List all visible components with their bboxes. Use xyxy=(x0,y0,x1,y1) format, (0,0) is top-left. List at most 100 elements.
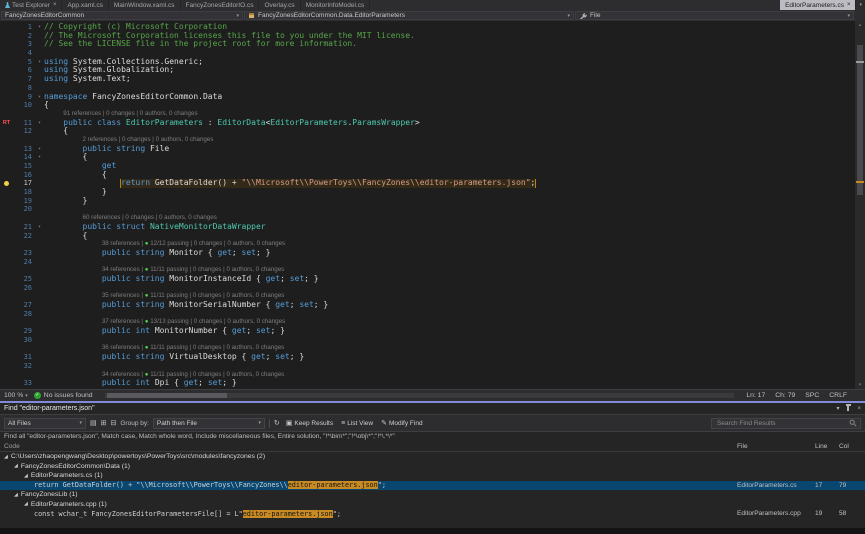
type-dropdown[interactable]: FancyZonesEditorCommon.Data.EditorParame… xyxy=(244,11,574,20)
column-file[interactable]: File xyxy=(737,443,815,450)
column-code[interactable]: Code xyxy=(0,443,737,450)
tree-expander-icon[interactable]: ◢ xyxy=(24,473,28,479)
find-result-group-row[interactable]: ◢EditorParameters.cpp (1) xyxy=(0,500,865,510)
collapse-all-icon[interactable]: ⊟ xyxy=(111,420,117,427)
column-line[interactable]: Line xyxy=(815,443,839,450)
code-text[interactable]: public int MonitorNumber { get; set; } xyxy=(102,327,285,336)
column-col[interactable]: Col xyxy=(839,443,865,450)
document-tab[interactable]: FancyZonesEditorIO.cs xyxy=(181,0,260,10)
document-tab[interactable]: MainWindow.xaml.cs xyxy=(109,0,181,10)
code-text[interactable]: get xyxy=(102,162,116,171)
scrollbar-thumb[interactable] xyxy=(857,45,863,195)
find-result-match-row[interactable]: const wchar_t FancyZonesEditorParameters… xyxy=(0,509,865,519)
code-text[interactable]: using System.Globalization; xyxy=(44,66,174,75)
search-input[interactable] xyxy=(715,419,847,428)
document-tab[interactable]: MonitorInfoModel.cs xyxy=(301,0,371,10)
document-health-indicator[interactable]: ✓ No issues found xyxy=(34,392,93,399)
horizontal-scrollbar[interactable] xyxy=(105,393,735,398)
pin-icon[interactable] xyxy=(847,406,849,411)
modify-find-button[interactable]: ✎ Modify Find xyxy=(379,420,424,427)
group-by-dropdown[interactable]: Path then File ▾ xyxy=(153,418,265,429)
scroll-up-icon[interactable]: ▴ xyxy=(855,21,865,29)
close-icon[interactable]: × xyxy=(857,406,861,412)
fold-chevron-icon[interactable]: ▾ xyxy=(35,119,44,128)
code-row: 6using System.Globalization; xyxy=(0,66,855,75)
code-text[interactable]: public string File xyxy=(83,145,170,154)
code-editor[interactable]: 1▾// Copyright (c) Microsoft Corporation… xyxy=(0,21,865,389)
document-tab[interactable]: EditorParameters.cs× xyxy=(780,0,856,10)
vertical-scrollbar[interactable]: ▴ ▾ xyxy=(855,21,865,389)
codelens-text[interactable]: 36 references | ● 11/11 passing | 0 chan… xyxy=(102,344,284,353)
code-text[interactable]: { xyxy=(44,101,49,110)
line-number: 22 xyxy=(13,232,35,241)
search-results-box[interactable] xyxy=(711,418,861,429)
code-text[interactable]: { xyxy=(83,153,88,162)
document-tab[interactable]: Overlay.cs xyxy=(259,0,300,10)
fold-chevron-icon[interactable]: ▾ xyxy=(35,223,44,232)
close-icon[interactable]: × xyxy=(847,2,851,8)
code-text[interactable]: public string MonitorInstanceId { get; s… xyxy=(102,275,319,284)
refresh-icon[interactable]: ↻ xyxy=(274,420,280,427)
tree-expander-icon[interactable]: ◢ xyxy=(14,463,18,469)
fold-chevron-icon[interactable]: ▾ xyxy=(35,58,44,67)
close-icon[interactable]: × xyxy=(53,2,57,8)
fold-chevron-icon[interactable]: ▾ xyxy=(35,153,44,162)
code-text[interactable]: { xyxy=(63,127,68,136)
project-dropdown[interactable]: FancyZonesEditorCommon ▾ xyxy=(1,11,243,20)
find-result-group-row[interactable]: ◢C:\Users\zhaopengwang\Desktop\powertoys… xyxy=(0,452,865,462)
code-text[interactable]: // Copyright (c) Microsoft Corporation xyxy=(44,23,227,32)
find-result-group-row[interactable]: ◢EditorParameters.cs (1) xyxy=(0,471,865,481)
code-text[interactable]: public int Dpi { get; set; } xyxy=(102,379,237,388)
fold-chevron-icon[interactable]: ▾ xyxy=(35,145,44,154)
codelens-text[interactable]: 38 references | ● 12/12 passing | 0 chan… xyxy=(102,240,285,249)
fold-chevron-icon[interactable]: ▾ xyxy=(35,93,44,102)
copy-icon[interactable]: ▤ xyxy=(90,420,97,427)
code-text[interactable]: { xyxy=(83,232,88,241)
code-text[interactable]: public class EditorParameters : EditorDa… xyxy=(63,119,419,128)
member-dropdown[interactable]: File ▾ xyxy=(575,11,854,20)
find-result-group-row[interactable]: ◢FancyZonesEditorCommon\Data (1) xyxy=(0,462,865,472)
code-text[interactable]: using System.Text; xyxy=(44,75,131,84)
tree-expander-icon[interactable]: ◢ xyxy=(4,454,8,460)
keep-results-button[interactable]: ▣ Keep Results xyxy=(284,420,335,427)
code-text[interactable]: { xyxy=(102,171,107,180)
code-text[interactable]: // See the LICENSE file in the project r… xyxy=(44,40,357,49)
codelens-text[interactable]: 37 references | ● 13/13 passing | 0 chan… xyxy=(102,318,285,327)
find-result-group-row[interactable]: ◢FancyZonesLib (1) xyxy=(0,490,865,500)
indent-mode-indicator[interactable]: SPC xyxy=(805,392,819,399)
code-text[interactable]: } xyxy=(83,197,88,206)
zoom-control[interactable]: 100 % ▾ xyxy=(4,392,28,399)
codelens-text[interactable]: 91 references | 0 changes | 0 authors, 0… xyxy=(63,110,197,119)
tree-expander-icon[interactable]: ◢ xyxy=(14,492,18,498)
codelens-text[interactable]: 60 references | 0 changes | 0 authors, 0… xyxy=(83,214,217,223)
codelens-text[interactable]: 2 references | 0 changes | 0 authors, 0 … xyxy=(83,136,214,145)
tree-expander-icon[interactable]: ◢ xyxy=(24,501,28,507)
list-view-button[interactable]: ≡ List View xyxy=(339,420,375,427)
codelens-text[interactable]: 34 references | ● 11/11 passing | 0 chan… xyxy=(102,371,284,380)
window-menu-icon[interactable]: ▾ xyxy=(836,405,839,412)
document-tab[interactable]: Test Explorer× xyxy=(0,0,62,10)
lightbulb-icon[interactable] xyxy=(4,181,9,186)
scope-dropdown[interactable]: All Files ▾ xyxy=(4,418,86,429)
fold-chevron-icon[interactable]: ▾ xyxy=(35,23,44,32)
tab-list-icon[interactable]: ▾ xyxy=(856,0,865,10)
code-text[interactable]: } xyxy=(102,188,107,197)
find-result-match-row[interactable]: return GetDataFolder() + "\\Microsoft\\P… xyxy=(0,481,865,491)
test-indicator[interactable]: RT xyxy=(3,119,10,128)
codelens-text[interactable]: 34 references | ● 11/11 passing | 0 chan… xyxy=(102,266,284,275)
code-text[interactable]: namespace FancyZonesEditorCommon.Data xyxy=(44,93,222,102)
scroll-down-icon[interactable]: ▾ xyxy=(855,381,865,389)
expand-all-icon[interactable]: ⊞ xyxy=(101,420,107,427)
code-text[interactable]: using System.Collections.Generic; xyxy=(44,58,203,67)
codelens-text[interactable]: 35 references | ● 11/11 passing | 0 chan… xyxy=(102,292,284,301)
horizontal-scrollbar-thumb[interactable] xyxy=(107,393,227,398)
code-text[interactable]: public string VirtualDesktop { get; set;… xyxy=(102,353,304,362)
code-text[interactable]: // The Microsoft Corporation licenses th… xyxy=(44,32,415,41)
document-tab[interactable]: App.xaml.cs xyxy=(62,0,108,10)
code-text[interactable]: public string MonitorSerialNumber { get;… xyxy=(102,301,328,310)
window-bottom-edge xyxy=(0,528,865,534)
code-text[interactable]: public struct NativeMonitorDataWrapper xyxy=(83,223,266,232)
eol-indicator[interactable]: CRLF xyxy=(829,392,847,399)
code-text[interactable]: return GetDataFolder() + "\\Microsoft\\P… xyxy=(121,179,535,188)
code-text[interactable]: public string Monitor { get; set; } xyxy=(102,249,271,258)
